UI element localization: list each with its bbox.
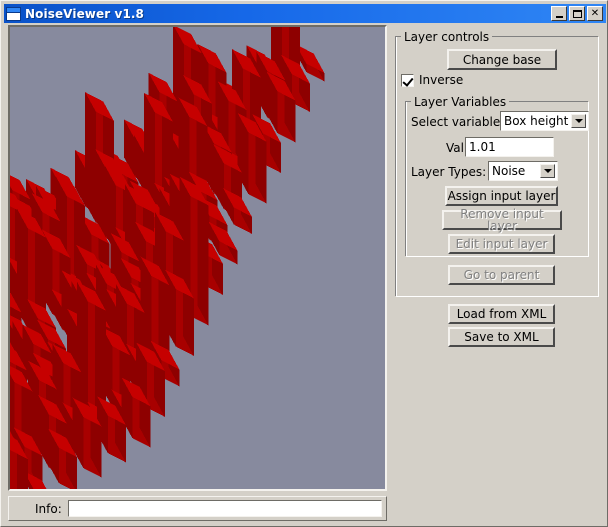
client-area: Info: Layer controls Change base Inverse…	[4, 23, 604, 523]
assign-input-layer-button[interactable]: Assign input layer	[445, 186, 558, 206]
save-to-xml-button[interactable]: Save to XML	[448, 327, 555, 347]
info-bar: Info:	[8, 496, 387, 521]
minimize-button[interactable]	[551, 6, 567, 21]
minimize-icon	[555, 15, 563, 18]
window-title: NoiseViewer v1.8	[25, 6, 145, 21]
3d-noise-render-viewport[interactable]	[10, 27, 385, 489]
maximize-button[interactable]	[569, 6, 585, 21]
select-variable-label: Select variable:	[411, 115, 505, 129]
layer-controls-title: Layer controls	[401, 30, 493, 44]
inverse-label: Inverse	[419, 73, 464, 87]
title-bar[interactable]: NoiseViewer v1.8 ✕	[4, 4, 606, 23]
value-input[interactable]: 1.01	[465, 137, 554, 157]
window-icon	[6, 6, 21, 21]
edit-input-layer-button[interactable]: Edit input layer	[448, 234, 555, 254]
load-from-xml-button[interactable]: Load from XML	[448, 304, 555, 324]
remove-input-layer-button[interactable]: Remove input layer	[442, 208, 562, 232]
select-variable-combobox[interactable]: Box height	[500, 111, 589, 131]
layer-types-combobox[interactable]: Noise	[488, 161, 558, 181]
inverse-checkbox-row[interactable]: Inverse	[401, 73, 463, 87]
maximize-icon	[572, 9, 582, 18]
chevron-down-icon[interactable]	[540, 164, 555, 178]
layer-types-value: Noise	[492, 164, 526, 178]
close-icon: ✕	[590, 7, 600, 19]
select-variable-value: Box height	[504, 114, 569, 128]
viewport-frame	[8, 25, 387, 491]
go-to-parent-button[interactable]: Go to parent	[448, 265, 555, 285]
change-base-button[interactable]: Change base	[447, 49, 557, 70]
info-input[interactable]	[67, 500, 382, 517]
inverse-checkbox[interactable]	[401, 73, 414, 87]
layer-variables-title: Layer Variables	[411, 95, 510, 109]
close-button[interactable]: ✕	[587, 6, 603, 21]
noise-boxes-scene	[10, 27, 385, 489]
application-window: NoiseViewer v1.8 ✕ Info: Layer controls …	[0, 0, 608, 527]
layer-types-label: Layer Types:	[411, 165, 487, 179]
window-button-group: ✕	[551, 6, 606, 21]
right-control-panel: Layer controls Change base Inverse Layer…	[393, 25, 602, 521]
info-label: Info:	[35, 501, 62, 516]
chevron-down-icon[interactable]	[571, 114, 586, 128]
